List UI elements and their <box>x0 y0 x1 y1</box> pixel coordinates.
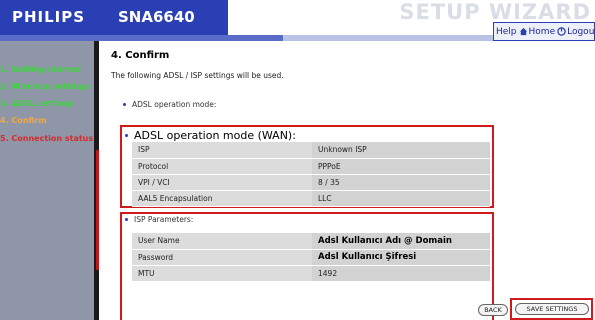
sidebar-item-label: 1. Getting started <box>0 65 81 74</box>
isp-section-heading: ISP Parameters: <box>125 215 193 224</box>
brand-bar: PHILIPS SNA6640 <box>0 0 228 35</box>
title-area: SETUP WIZARD <box>228 0 595 24</box>
sidebar-item-getting-started[interactable]: 1. Getting started <box>0 65 81 74</box>
table-row: MTU 1492 <box>132 265 490 282</box>
isp-heading-text: ISP Parameters: <box>134 215 194 224</box>
sidebar-item-adsl-settings[interactable]: 3. ADSL settings <box>0 99 75 108</box>
model-name: SNA6640 <box>118 8 195 26</box>
nav-help-label: Help <box>496 26 517 37</box>
setup-wizard-page: PHILIPS SNA6640 SETUP WIZARD Help Home L… <box>0 0 595 320</box>
sidebar-item-wireless-settings[interactable]: 2. Wireless settings <box>0 82 90 91</box>
table-key: VPI / VCI <box>132 174 312 191</box>
back-button[interactable]: BACK <box>478 304 508 316</box>
wan-section-heading: ADSL operation mode (WAN): <box>125 129 296 142</box>
table-key: MTU <box>132 265 312 282</box>
sidebar: 1. Getting started 2. Wireless settings … <box>0 41 94 320</box>
isp-table: User Name Adsl Kullanıcı Adı @ Domain Pa… <box>132 233 490 282</box>
table-key: Protocol <box>132 158 312 175</box>
sidebar-item-label: 3. ADSL settings <box>0 99 75 108</box>
nav-home-label: Home <box>528 26 556 37</box>
table-value: 1492 <box>312 265 490 282</box>
table-row: Password Adsl Kullanıcı Şifresi <box>132 249 490 266</box>
adsl-mode-line: ADSL operation mode: <box>123 100 216 109</box>
home-icon <box>519 27 527 36</box>
nav-logout-label: Logout <box>567 26 595 37</box>
table-value: 8 / 35 <box>312 174 490 191</box>
sidebar-item-connection-status[interactable]: 5. Connection status <box>0 134 93 143</box>
wan-heading-text: ADSL operation mode (WAN): <box>134 129 296 142</box>
nav-logout[interactable]: Logout <box>557 27 595 37</box>
sidebar-item-label: 5. Connection status <box>0 134 94 143</box>
sidebar-item-label: 2. Wireless settings <box>0 82 90 91</box>
bullet-icon <box>125 134 128 137</box>
sidebar-item-label: 4. Confirm <box>0 116 47 125</box>
table-key: AAL5 Encapsulation <box>132 190 312 207</box>
table-value: PPPoE <box>312 158 490 175</box>
table-row: AAL5 Encapsulation LLC <box>132 190 490 207</box>
table-value: LLC <box>312 190 490 207</box>
table-row: User Name Adsl Kullanıcı Adı @ Domain <box>132 233 490 250</box>
page-title: 4. Confirm <box>111 50 170 61</box>
setup-wizard-title: SETUP WIZARD <box>399 0 591 24</box>
nav-help[interactable]: Help <box>496 27 517 37</box>
wan-table: ISP Unknown ISP Protocol PPPoE VPI / VCI… <box>132 142 490 207</box>
logout-icon <box>557 27 566 36</box>
table-row: Protocol PPPoE <box>132 158 490 175</box>
main-content: 4. Confirm The following ADSL / ISP sett… <box>99 41 595 320</box>
table-value: Adsl Kullanıcı Adı @ Domain <box>312 233 490 250</box>
nav-home[interactable]: Home <box>519 26 556 37</box>
adsl-mode-label: ADSL operation mode: <box>132 100 217 109</box>
bullet-icon <box>125 218 128 221</box>
table-key: ISP <box>132 142 312 159</box>
sidebar-item-confirm[interactable]: 4. Confirm <box>0 116 47 125</box>
top-nav: Help Home Logout <box>493 22 595 41</box>
intro-text: The following ADSL / ISP settings will b… <box>111 71 284 80</box>
save-settings-button[interactable]: SAVE SETTINGS <box>515 303 589 315</box>
bullet-icon <box>123 103 126 106</box>
table-value: Unknown ISP <box>312 142 490 159</box>
table-row: ISP Unknown ISP <box>132 142 490 159</box>
brand-logo: PHILIPS <box>12 8 86 26</box>
table-value: Adsl Kullanıcı Şifresi <box>312 249 490 266</box>
table-row: VPI / VCI 8 / 35 <box>132 174 490 191</box>
table-key: Password <box>132 249 312 266</box>
table-key: User Name <box>132 233 312 250</box>
